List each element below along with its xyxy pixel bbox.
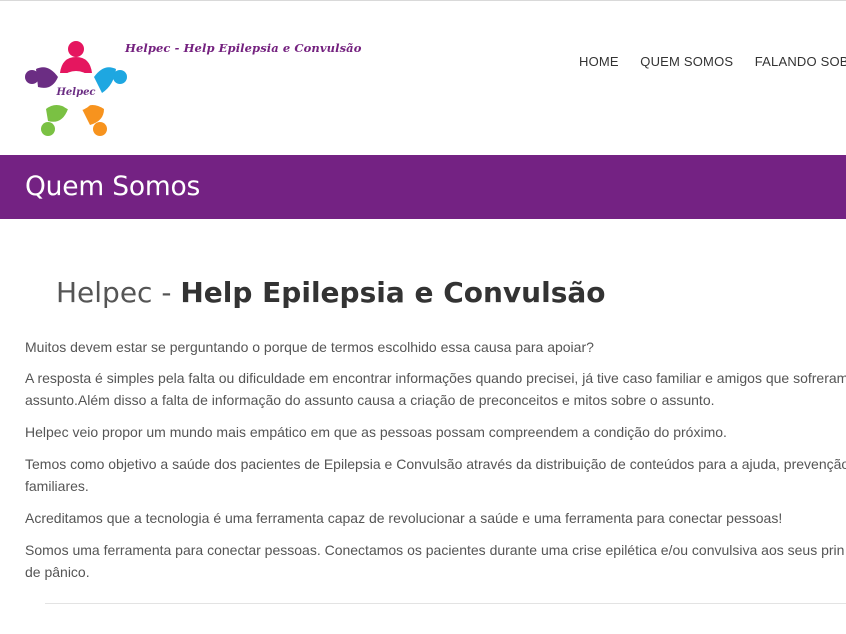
site-tagline: Helpec - Help Epilepsia e Convulsão xyxy=(125,41,362,55)
heading-light-part: Helpec - xyxy=(56,276,181,309)
paragraph-4: Temos como objetivo a saúde dos paciente… xyxy=(25,453,846,497)
nav-home[interactable]: HOME xyxy=(579,54,619,69)
helpec-logo[interactable]: Helpec xyxy=(24,37,128,139)
page-title-banner: Quem Somos xyxy=(0,155,846,219)
nav-quem-somos[interactable]: QUEM SOMOS xyxy=(640,54,733,69)
paragraph-line: Somos uma ferramenta para conectar pesso… xyxy=(25,542,845,558)
paragraph-3: Helpec veio propor um mundo mais empátic… xyxy=(25,421,727,443)
content-divider xyxy=(45,603,846,604)
paragraph-line: Temos como objetivo a saúde dos paciente… xyxy=(25,456,846,472)
paragraph-6: Somos uma ferramenta para conectar pesso… xyxy=(25,539,844,583)
paragraph-5: Acreditamos que a tecnologia é uma ferra… xyxy=(25,507,782,529)
nav-falando-sobre[interactable]: FALANDO SOBRE xyxy=(755,54,846,69)
paragraph-line: assunto.Além disso a falta de informação… xyxy=(25,392,715,408)
paragraph-line: Muitos devem estar se perguntando o porq… xyxy=(25,339,594,355)
paragraph-line: Acreditamos que a tecnologia é uma ferra… xyxy=(25,510,783,526)
paragraph-2: A resposta é simples pela falta ou dific… xyxy=(25,367,846,411)
paragraph-line: familiares. xyxy=(25,478,89,494)
main-content: Helpec - Help Epilepsia e Convulsão Muit… xyxy=(0,219,846,634)
paragraph-line: de pânico. xyxy=(25,564,90,580)
logo-text: Helpec xyxy=(55,87,95,98)
paragraph-line: Helpec veio propor um mundo mais empátic… xyxy=(25,424,727,440)
site-header: Helpec Helpec - Help Epilepsia e Convuls… xyxy=(0,1,846,155)
heading-bold-part: Help Epilepsia e Convulsão xyxy=(180,276,606,309)
content-heading: Helpec - Help Epilepsia e Convulsão xyxy=(56,275,606,311)
logo-people-circle-icon: Helpec xyxy=(25,41,127,136)
paragraph-1: Muitos devem estar se perguntando o porq… xyxy=(25,336,594,358)
page-title: Quem Somos xyxy=(25,171,201,202)
main-nav: HOME QUEM SOMOS FALANDO SOBRE xyxy=(579,53,846,73)
paragraph-line: A resposta é simples pela falta ou dific… xyxy=(25,370,846,386)
